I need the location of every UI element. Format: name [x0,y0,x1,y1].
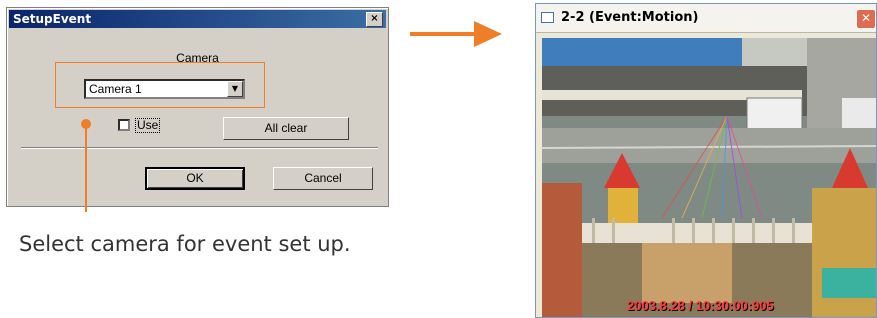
camera-timestamp: 2003.8.28 / 10:30:00:905 [627,298,774,313]
use-label[interactable]: Use [135,118,161,133]
camera-window-titlebar[interactable]: 2-2 (Event:Motion) ✕ [536,4,876,33]
use-checkbox[interactable] [118,119,130,131]
camera-highlight-box [55,62,265,108]
all-clear-button[interactable]: All clear [223,117,349,140]
close-icon: × [370,13,379,24]
camera-feed-image: 2003.8.28 / 10:30:00:905 [542,38,876,317]
dialog-titlebar[interactable]: SetupEvent × [9,10,386,28]
playground-scene-image [542,38,876,317]
camera-view-window: 2-2 (Event:Motion) ✕ 2003.8.28 / 10:30:0… [535,3,877,318]
dialog-close-button[interactable]: × [366,12,383,27]
dialog-title: SetupEvent [13,12,92,26]
callout-line [85,128,87,212]
arrow-right-icon [410,21,502,47]
instruction-caption: Select camera for event set up. [19,232,351,256]
cancel-button[interactable]: Cancel [273,167,373,190]
ok-button[interactable]: OK [145,167,245,190]
window-icon [541,12,554,23]
dialog-separator [21,147,378,149]
camera-window-title: 2-2 (Event:Motion) [561,10,699,25]
close-icon: ✕ [860,11,872,25]
camera-window-close-button[interactable]: ✕ [856,9,876,29]
